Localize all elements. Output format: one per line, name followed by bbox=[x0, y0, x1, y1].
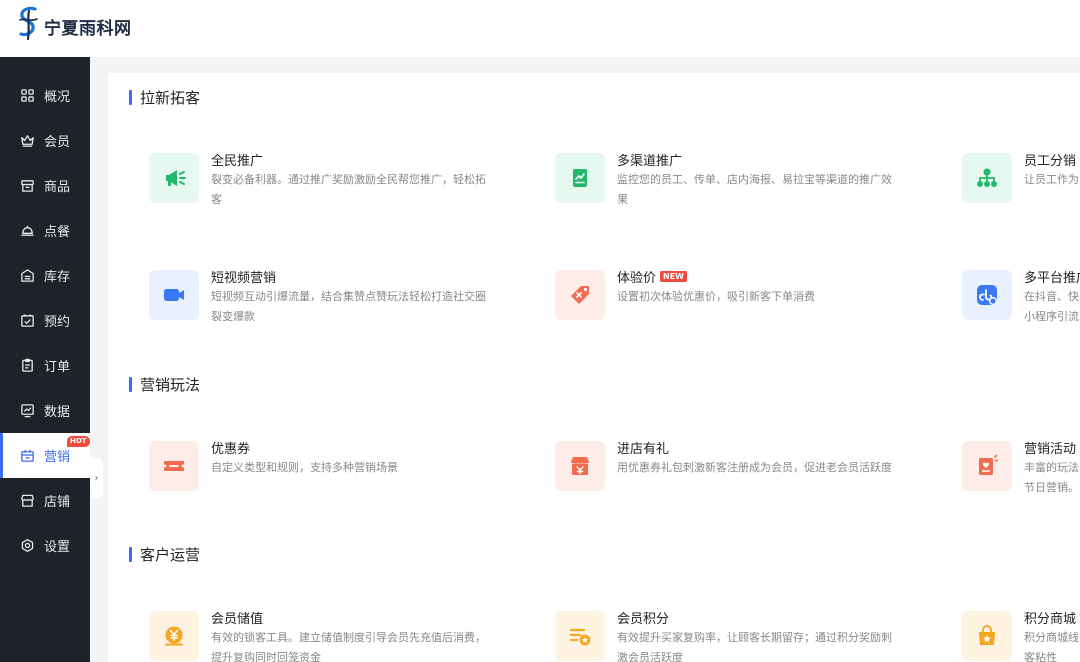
sidebar-item-label: 点餐 bbox=[44, 225, 71, 240]
sidebar-item-label: 营销 bbox=[44, 450, 71, 465]
card-member-stored-value[interactable]: 会员储值 有效的锁客工具。建立储值制度引导会员先充值后消费，提升复购同时回笼资金 bbox=[149, 611, 496, 662]
card-description: 在抖音、快 小程序引流 bbox=[1024, 290, 1079, 323]
section-title-text: 营销玩法 bbox=[140, 376, 201, 394]
sidebar: 概况 会员 商品 点餐 库存 预约 订单 数据 营销 HOT 店铺 设置 bbox=[0, 57, 90, 662]
price-tag-icon bbox=[555, 270, 605, 320]
brand-logo[interactable]: 宁夏雨科网 bbox=[16, 6, 132, 42]
card-member-points[interactable]: 会员积分 有效提升买家复购率，让顾客长期留存；通过积分奖励刺激会员活跃度 bbox=[555, 611, 902, 662]
store-icon bbox=[19, 493, 35, 509]
sidebar-item-orders[interactable]: 订单 bbox=[0, 343, 90, 388]
megaphone-icon bbox=[149, 153, 199, 203]
card-description: 用优惠券礼包刺激新客注册成为会员，促进老会员活跃度 bbox=[617, 461, 892, 474]
coupon-icon bbox=[149, 441, 199, 491]
card-description: 积分商城线 客粘性 bbox=[1024, 631, 1079, 662]
shop-box-icon bbox=[19, 178, 35, 194]
card-description: 自定义类型和规则，支持多种营销场景 bbox=[211, 461, 398, 474]
grid-icon bbox=[19, 88, 35, 104]
section-title-acquisition: 拉新拓客 bbox=[129, 87, 200, 108]
card-trial-price[interactable]: 体验价 NEW 设置初次体验优惠价，吸引新客下单消费 bbox=[555, 270, 902, 320]
section-title-text: 拉新拓客 bbox=[140, 89, 201, 107]
section-title-text: 客户运营 bbox=[140, 546, 201, 564]
clipboard-icon bbox=[19, 358, 35, 374]
sidebar-collapse-toggle[interactable]: › bbox=[90, 458, 103, 498]
calendar-check-icon bbox=[19, 313, 35, 329]
sidebar-item-label: 会员 bbox=[44, 135, 71, 150]
card-marketing-events[interactable]: 营销活动 丰富的玩法 节日营销。 bbox=[962, 441, 1080, 498]
card-title: 全民推广 bbox=[211, 153, 264, 169]
sidebar-item-label: 预约 bbox=[44, 315, 71, 330]
card-description: 设置初次体验优惠价，吸引新客下单消费 bbox=[617, 290, 815, 303]
card-title: 会员储值 bbox=[211, 611, 264, 627]
gift-calendar-icon bbox=[19, 448, 35, 464]
sidebar-item-booking[interactable]: 预约 bbox=[0, 298, 90, 343]
event-poster-icon bbox=[962, 441, 1012, 491]
mini-program-icon bbox=[962, 270, 1012, 320]
card-welcome-gift[interactable]: 进店有礼 用优惠券礼包刺激新客注册成为会员，促进老会员活跃度 bbox=[555, 441, 902, 491]
chart-doc-icon bbox=[555, 153, 605, 203]
points-list-icon bbox=[555, 611, 605, 661]
cloche-icon bbox=[19, 223, 35, 239]
card-title: 短视频营销 bbox=[211, 270, 277, 286]
card-title: 营销活动 bbox=[1024, 441, 1077, 457]
card-coupon[interactable]: 优惠券 自定义类型和规则，支持多种营销场景 bbox=[149, 441, 496, 491]
card-title: 积分商城 bbox=[1024, 611, 1077, 627]
card-short-video-marketing[interactable]: 短视频营销 短视频互动引爆流量，结合集赞点赞玩法轻松打造社交圈裂变爆款 bbox=[149, 270, 496, 327]
sidebar-item-label: 订单 bbox=[44, 360, 71, 375]
sidebar-item-label: 库存 bbox=[44, 270, 71, 285]
video-camera-icon bbox=[149, 270, 199, 320]
card-description: 短视频互动引爆流量，结合集赞点赞玩法轻松打造社交圈裂变爆款 bbox=[211, 290, 486, 323]
sidebar-item-label: 概况 bbox=[44, 90, 71, 105]
sidebar-item-marketing[interactable]: 营销 HOT bbox=[0, 433, 90, 478]
sidebar-item-label: 数据 bbox=[44, 405, 71, 420]
new-badge: NEW bbox=[660, 270, 687, 282]
card-points-mall[interactable]: 积分商城 积分商城线 客粘性 bbox=[962, 611, 1080, 662]
section-accent-bar bbox=[129, 377, 132, 392]
sidebar-item-label: 设置 bbox=[44, 540, 71, 555]
card-title: 多渠道推广 bbox=[617, 153, 683, 169]
settings-icon bbox=[19, 538, 35, 554]
section-accent-bar bbox=[129, 90, 132, 105]
sidebar-item-products[interactable]: 商品 bbox=[0, 163, 90, 208]
hot-badge: HOT bbox=[67, 436, 90, 447]
shopping-bag-icon bbox=[962, 611, 1012, 661]
sidebar-item-data[interactable]: 数据 bbox=[0, 388, 90, 433]
card-description: 让员工作为 bbox=[1024, 173, 1079, 186]
card-description: 有效的锁客工具。建立储值制度引导会员先充值后消费，提升复购同时回笼资金 bbox=[211, 631, 486, 662]
warehouse-icon bbox=[19, 268, 35, 284]
section-title-marketing-play: 营销玩法 bbox=[129, 374, 200, 395]
sidebar-item-ordering[interactable]: 点餐 bbox=[0, 208, 90, 253]
card-multi-platform-promotion[interactable]: 多平台推广 在抖音、快 小程序引流 bbox=[962, 270, 1080, 327]
section-accent-bar bbox=[129, 547, 132, 562]
yen-coin-icon bbox=[149, 611, 199, 661]
crown-icon bbox=[19, 133, 35, 149]
card-description: 有效提升买家复购率，让顾客长期留存；通过积分奖励刺激会员活跃度 bbox=[617, 631, 892, 662]
sidebar-item-store[interactable]: 店铺 bbox=[0, 478, 90, 523]
top-bar: 宁夏雨科网 bbox=[0, 0, 1080, 57]
card-description: 丰富的玩法 节日营销。 bbox=[1024, 461, 1079, 494]
card-multi-channel-promotion[interactable]: 多渠道推广 监控您的员工、传单、店内海报、易拉宝等渠道的推广效果 bbox=[555, 153, 902, 210]
brand-name: 宁夏雨科网 bbox=[44, 18, 132, 39]
chart-monitor-icon bbox=[19, 403, 35, 419]
sidebar-item-label: 店铺 bbox=[44, 495, 71, 510]
card-title: 多平台推广 bbox=[1024, 270, 1080, 286]
card-staff-distribution[interactable]: 员工分销 让员工作为 bbox=[962, 153, 1080, 203]
org-tree-icon bbox=[962, 153, 1012, 203]
card-title: 优惠券 bbox=[211, 441, 251, 457]
card-description: 监控您的员工、传单、店内海报、易拉宝等渠道的推广效果 bbox=[617, 173, 892, 206]
section-title-customer-ops: 客户运营 bbox=[129, 544, 200, 565]
sidebar-item-label: 商品 bbox=[44, 180, 71, 195]
sidebar-item-members[interactable]: 会员 bbox=[0, 118, 90, 163]
card-title: 员工分销 bbox=[1024, 153, 1077, 169]
logo-mark-icon bbox=[19, 6, 38, 41]
card-all-people-promotion[interactable]: 全民推广 裂变必备利器。通过推广奖励激励全民帮您推广，轻松拓客 bbox=[149, 153, 496, 210]
card-title: 进店有礼 bbox=[617, 441, 670, 457]
card-title: 体验价 bbox=[617, 270, 657, 286]
card-title: 会员积分 bbox=[617, 611, 670, 627]
sidebar-item-inventory[interactable]: 库存 bbox=[0, 253, 90, 298]
sidebar-item-overview[interactable]: 概况 bbox=[0, 73, 90, 118]
card-description: 裂变必备利器。通过推广奖励激励全民帮您推广，轻松拓客 bbox=[211, 173, 486, 206]
sidebar-item-settings[interactable]: 设置 bbox=[0, 523, 90, 568]
gift-shop-icon bbox=[555, 441, 605, 491]
